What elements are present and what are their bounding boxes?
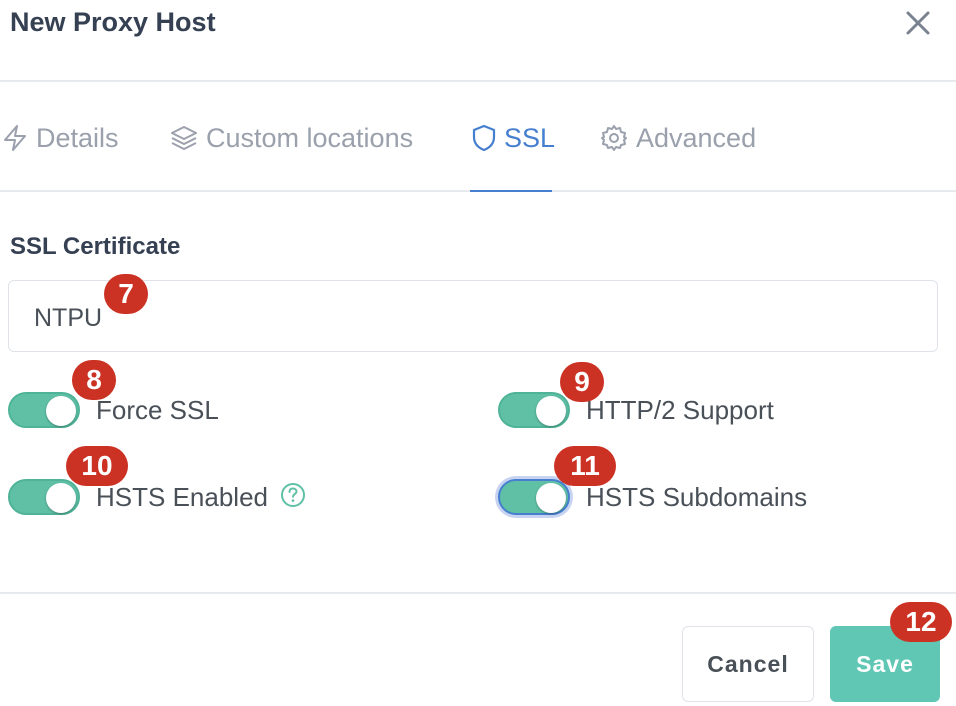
http2-support-toggle[interactable]: [498, 392, 570, 428]
force-ssl-label: Force SSL: [96, 395, 219, 425]
shield-icon: [472, 124, 496, 152]
tab-custom-locations[interactable]: Custom locations: [170, 116, 413, 160]
tab-details-label: Details: [36, 122, 119, 153]
tab-ssl-label: SSL: [504, 122, 556, 153]
layers-icon: [171, 126, 197, 150]
toggle-knob: [536, 483, 566, 513]
tab-details[interactable]: Details: [2, 116, 119, 160]
hsts-subdomains-toggle[interactable]: [498, 479, 570, 515]
tab-ssl[interactable]: SSL: [472, 116, 555, 160]
hsts-help-button[interactable]: [280, 482, 306, 508]
close-icon: [906, 11, 930, 35]
http2-support-label: HTTP/2 Support: [586, 395, 774, 425]
ssl-certificate-label: SSL Certificate: [10, 233, 181, 260]
lightning-icon: [4, 125, 26, 151]
annotation-badge-12: 12: [890, 602, 952, 642]
hsts-enabled-toggle[interactable]: [8, 479, 80, 515]
hsts-subdomains-label: HSTS Subdomains: [586, 482, 808, 512]
annotation-badge-11: 11: [554, 446, 616, 486]
hsts-enabled-label: HSTS Enabled: [96, 482, 268, 512]
tab-advanced-label: Advanced: [636, 122, 757, 153]
toggle-knob: [46, 396, 76, 426]
ssl-certificate-value: NTPU: [34, 304, 103, 332]
header-divider: [0, 80, 956, 82]
footer-divider: [0, 592, 956, 594]
annotation-badge-9: 9: [560, 362, 604, 402]
toggle-knob: [46, 483, 76, 513]
gear-icon: [601, 125, 627, 151]
annotation-badge-8: 8: [72, 360, 116, 400]
close-button[interactable]: [900, 2, 936, 42]
force-ssl-toggle[interactable]: [8, 392, 80, 428]
annotation-badge-10: 10: [66, 446, 128, 486]
annotation-badge-7: 7: [104, 274, 148, 314]
tab-advanced[interactable]: Advanced: [600, 116, 756, 160]
active-tab-indicator: [470, 190, 552, 192]
cancel-button[interactable]: Cancel: [682, 626, 814, 702]
help-icon: [281, 483, 305, 507]
dialog-title: New Proxy Host: [10, 7, 216, 37]
tab-custom-locations-label: Custom locations: [206, 122, 414, 153]
toggle-knob: [536, 396, 566, 426]
